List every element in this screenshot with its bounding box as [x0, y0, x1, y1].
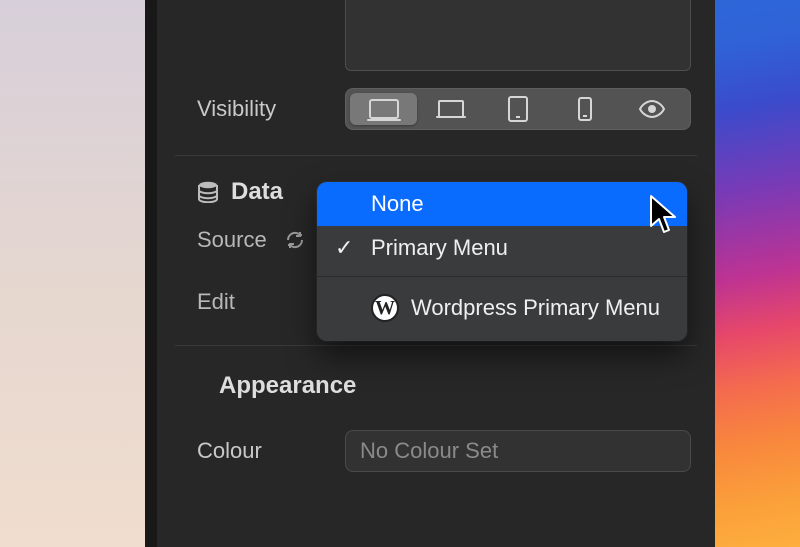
tablet-icon [508, 96, 528, 122]
visibility-tablet-button[interactable] [484, 93, 551, 125]
desktop-bg-right [715, 0, 800, 547]
desktop-icon [369, 99, 399, 119]
colour-label: Colour [197, 438, 262, 464]
laptop-icon [438, 100, 464, 118]
source-dropdown: None ✓ Primary Menu W Wordpress Primary … [317, 182, 687, 341]
appearance-section-header[interactable]: Appearance [219, 372, 356, 400]
phone-icon [578, 97, 592, 121]
data-section-header[interactable]: Data [197, 178, 283, 206]
refresh-icon[interactable] [285, 230, 305, 256]
visibility-segmented-control [345, 88, 691, 130]
visibility-preview-button[interactable] [619, 93, 686, 125]
desktop-bg-left [0, 0, 145, 547]
dropdown-item-label: Wordpress Primary Menu [411, 295, 660, 321]
dropdown-item-wordpress-primary-menu[interactable]: W Wordpress Primary Menu [317, 283, 687, 333]
window-edge-left [145, 0, 157, 547]
inspector-panel: Visibility [157, 0, 715, 547]
dropdown-separator [317, 276, 687, 277]
appearance-section-title: Appearance [219, 372, 356, 399]
source-label: Source [197, 227, 267, 253]
edit-label: Edit [197, 289, 235, 315]
visibility-label: Visibility [197, 96, 276, 122]
visibility-phone-button[interactable] [552, 93, 619, 125]
text-area[interactable] [345, 0, 691, 71]
dropdown-item-label: Primary Menu [371, 235, 508, 261]
divider [175, 155, 697, 156]
eye-icon [638, 100, 666, 118]
data-section-title: Data [231, 178, 283, 206]
wordpress-icon: W [371, 294, 399, 322]
colour-field[interactable]: No Colour Set [345, 430, 691, 472]
check-icon: ✓ [335, 235, 353, 261]
dropdown-item-none[interactable]: None [317, 182, 687, 226]
dropdown-item-primary-menu[interactable]: ✓ Primary Menu [317, 226, 687, 270]
divider [175, 345, 697, 346]
dropdown-item-label: None [371, 191, 424, 217]
database-icon [197, 181, 219, 203]
colour-value: No Colour Set [360, 438, 498, 464]
visibility-desktop-button[interactable] [350, 93, 417, 125]
visibility-laptop-button[interactable] [417, 93, 484, 125]
